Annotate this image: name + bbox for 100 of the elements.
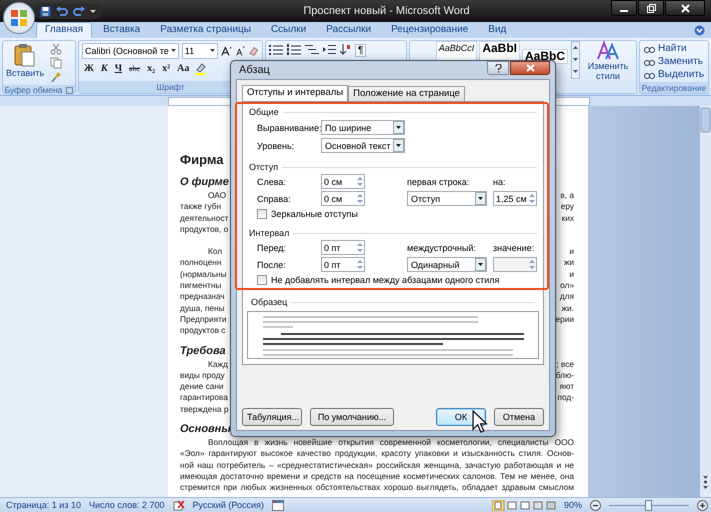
ribbon-tab[interactable]: Разметка страницы [151,22,260,38]
body-text-line: имеющая достаточно времени и средств на посещение косметических салонов. Тем не менее, она [180,470,574,482]
ribbon-tab[interactable]: Вставка [94,22,150,38]
paste-button[interactable]: Вставить [6,43,44,78]
group-label: Шрифт [156,82,184,92]
ribbon-tab[interactable]: Вид [479,22,516,38]
editing-button[interactable]: Выделить [644,69,705,80]
format-button[interactable]: К [98,63,110,74]
customize-caret-icon[interactable] [90,8,96,14]
sort-icon[interactable] [340,44,351,55]
field-label: Перед: [257,242,288,252]
format-button[interactable]: x² [160,63,172,74]
grow-font-icon[interactable] [220,45,232,57]
text-fragment: деятельност [180,212,228,224]
numbered-list-icon[interactable] [287,44,301,55]
format-button[interactable]: x₂ [145,63,158,74]
editing-button[interactable]: Найти [644,43,705,54]
text-fragment: продуктов, о [180,224,228,236]
editing-button[interactable]: Заменить [644,56,705,67]
spin-field[interactable]: 0 пт [321,240,365,255]
field-label: Уровень: [257,140,296,150]
zoom-slider-thumb[interactable] [645,500,652,510]
dialog-tab[interactable]: Отступы и интервалы [242,85,348,101]
language-indicator[interactable]: Русский (Россия) [192,500,264,510]
text-fragment: для [560,291,574,303]
alignment-dropdown[interactable]: По ширине [321,120,405,135]
dialog-button[interactable]: Отмена [494,408,544,426]
caret-icon [170,49,176,53]
format-button[interactable]: Ч [112,63,124,74]
text-fragment: Кажд [207,358,228,370]
dialog-button[interactable]: По умолчанию... [310,408,394,426]
ribbon-tab[interactable]: Рецензирование [382,22,478,38]
text-fragment: Кол [207,246,222,258]
copy-icon[interactable] [50,57,62,69]
outline-level-dropdown[interactable]: Основной текст [321,138,405,153]
dialog-tab[interactable]: Положение на странице [348,86,465,101]
spelling-check-icon[interactable] [172,500,185,510]
spin-arrows-icon [356,192,364,205]
letters-icon [597,41,619,61]
help-icon[interactable] [694,25,705,36]
close-button[interactable] [665,0,705,16]
indent-icon[interactable] [323,44,336,55]
view-buttons-icon[interactable] [492,500,556,510]
change-styles-button[interactable]: Изменить стили [583,41,633,81]
checkbox[interactable] [257,275,267,285]
text-fragment: яют [560,381,574,392]
highlighter-icon[interactable] [194,62,208,75]
body-text-line: Воплощая в жизнь новейшие открытия современной косметологии, специалисты ООО [207,437,574,448]
checkbox-label[interactable]: Не добавлять интервал между абзацами одного стиля [271,275,500,285]
field-label: на: [493,176,506,186]
vertical-scrollbar[interactable] [700,106,711,497]
help-button[interactable] [487,61,509,75]
zoom-in-icon[interactable] [697,500,708,510]
group-label: Буфер обмена [4,85,62,95]
ribbon-tab[interactable]: Рассылки [317,22,380,38]
text-fragment: дение сани [180,381,224,392]
checkbox[interactable] [257,209,267,219]
restore-icon [646,4,656,12]
line-spacing-dropdown[interactable]: Одинарный [407,257,487,272]
save-icon[interactable] [40,6,51,16]
undo-icon[interactable] [56,6,68,16]
restore-button[interactable] [638,0,664,16]
text-fragment: гарантирова [180,392,228,404]
bullet-list-icon[interactable] [269,44,283,55]
redo-icon[interactable] [73,6,85,16]
close-button[interactable] [510,61,550,75]
show-marks-button[interactable]: ¶ [355,44,366,57]
word-count[interactable]: Число слов: 2 700 [88,500,165,510]
format-button[interactable]: abc [127,64,142,73]
launcher-icon[interactable] [66,86,74,94]
ribbon-tab[interactable]: Главная [36,22,92,38]
spin-arrows-icon [356,258,364,271]
macro-record-icon[interactable] [272,500,284,510]
spin-field[interactable] [493,257,537,272]
font-family-dropdown[interactable]: Calibri (Основной те [82,43,179,59]
field-label: Выравнивание: [257,122,321,132]
field-label: Справа: [257,194,292,204]
text-fragment: и [569,268,574,280]
spin-field[interactable]: 1,25 см [493,191,537,206]
multilevel-list-icon[interactable] [305,44,319,55]
ribbon-tab[interactable]: Ссылки [262,22,316,38]
spin-field[interactable]: 0 см [321,174,365,189]
scissors-icon[interactable] [50,43,62,55]
font-size-dropdown[interactable]: 11 [182,43,218,59]
spin-arrows-icon [528,258,536,271]
checkbox-label[interactable]: Зеркальные отступы [271,209,358,219]
minimize-button[interactable] [611,0,637,16]
format-button[interactable]: Aa [175,63,192,74]
spin-field[interactable]: 0 см [321,191,365,206]
body-text-line: стремится при любых жизненных обстоятельствах хорошо выглядеть, обладает здравым смыслом [180,482,574,494]
dialog-button[interactable]: Табуляция... [242,408,302,426]
zoom-level[interactable]: 90% [564,500,582,510]
zoom-out-icon[interactable] [590,500,601,510]
shrink-font-icon[interactable] [234,45,246,57]
spin-field[interactable]: 0 пт [321,257,365,272]
gallery-scroll-icon[interactable] [571,41,580,79]
page-count[interactable]: Страница: 1 из 10 [6,500,81,510]
brush-icon[interactable] [50,71,62,83]
first-line-dropdown[interactable]: Отступ [407,191,487,206]
format-button[interactable]: Ж [82,63,96,74]
